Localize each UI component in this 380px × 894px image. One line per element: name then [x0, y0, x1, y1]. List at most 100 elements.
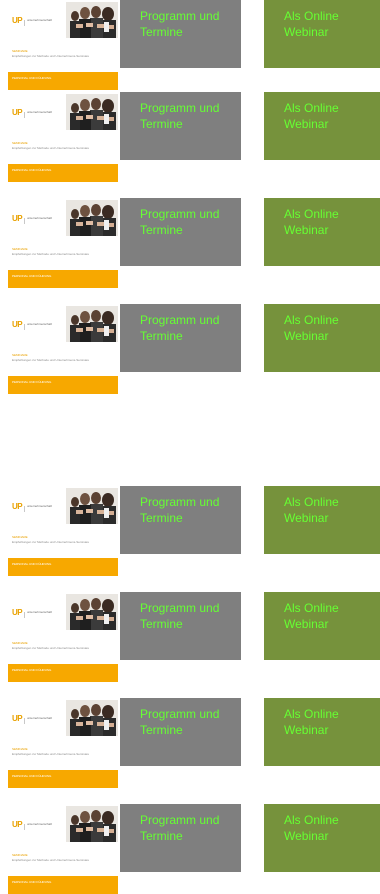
brochure-title: SEMINARE [12, 247, 28, 251]
brochure-title: SEMINARE [12, 141, 28, 145]
programm-button[interactable]: Programm und Termine [120, 486, 241, 554]
programm-button[interactable]: Programm und Termine [120, 198, 241, 266]
online-webinar-button[interactable]: Als Online Webinar [264, 92, 380, 160]
programm-button[interactable]: Programm und Termine [120, 304, 241, 372]
logo-mark: UP [12, 108, 23, 117]
brochure-title: SEMINARE [12, 49, 28, 53]
footer-left-line1: PERSONAL UND FÜHRUNG [12, 380, 52, 384]
logo-mark: UP [12, 820, 23, 829]
brochure-footer: PERSONAL UND FÜHRUNG [8, 876, 118, 894]
seminar-row: UP unternehmerschaft SEMINARE Empfehlung… [0, 92, 380, 182]
brochure-footer: PERSONAL UND FÜHRUNG [8, 664, 118, 682]
footer-left-line1: PERSONAL UND FÜHRUNG [12, 668, 52, 672]
brochure-subtitle: Empfehlungen zur Methode und Unternehmen… [12, 752, 90, 756]
logo-brand: unternehmerschaft [27, 18, 53, 22]
audience-photo [64, 0, 118, 42]
brochure-title: SEMINARE [12, 353, 28, 357]
seminar-row: UP unternehmerschaft SEMINARE Empfehlung… [0, 198, 380, 288]
footer-left-line1: PERSONAL UND FÜHRUNG [12, 562, 52, 566]
seminar-row: UP unternehmerschaft SEMINARE Empfehlung… [0, 0, 380, 90]
brochure-subtitle: Empfehlungen zur Methode und Unternehmen… [12, 252, 90, 256]
brochure-title: SEMINARE [12, 641, 28, 645]
online-webinar-button[interactable]: Als Online Webinar [264, 592, 380, 660]
logo-brand: unternehmerschaft [27, 610, 53, 614]
online-webinar-button[interactable]: Als Online Webinar [264, 0, 380, 68]
logo-mark: UP [12, 608, 23, 617]
seminar-row: UP unternehmerschaft SEMINARE Empfehlung… [0, 304, 380, 394]
logo-divider [24, 718, 25, 724]
logo-brand: unternehmerschaft [27, 322, 53, 326]
online-webinar-button[interactable]: Als Online Webinar [264, 804, 380, 872]
programm-button[interactable]: Programm und Termine [120, 698, 241, 766]
logo-mark: UP [12, 214, 23, 223]
logo-brand: unternehmerschaft [27, 716, 53, 720]
up-logo: UP unternehmerschaft [12, 502, 52, 512]
programm-button[interactable]: Programm und Termine [120, 804, 241, 872]
audience-photo [64, 804, 118, 846]
up-logo: UP unternehmerschaft [12, 320, 52, 330]
footer-left-line1: PERSONAL UND FÜHRUNG [12, 274, 52, 278]
audience-photo [64, 198, 118, 240]
brochure-footer: PERSONAL UND FÜHRUNG [8, 270, 118, 288]
brochure-footer: PERSONAL UND FÜHRUNG [8, 376, 118, 394]
brochure-subtitle: Empfehlungen zur Methode und Unternehmen… [12, 646, 90, 650]
brochure-thumbnail[interactable]: UP unternehmerschaft SEMINARE Empfehlung… [8, 198, 118, 288]
up-logo: UP unternehmerschaft [12, 820, 52, 830]
audience-photo [64, 304, 118, 346]
brochure-title: SEMINARE [12, 535, 28, 539]
up-logo: UP unternehmerschaft [12, 16, 52, 26]
logo-mark: UP [12, 714, 23, 723]
brochure-subtitle: Empfehlungen zur Methode und Unternehmen… [12, 54, 90, 58]
up-logo: UP unternehmerschaft [12, 214, 52, 224]
logo-mark: UP [12, 16, 23, 25]
brochure-thumbnail[interactable]: UP unternehmerschaft SEMINARE Empfehlung… [8, 804, 118, 894]
brochure-title: SEMINARE [12, 853, 28, 857]
brochure-thumbnail[interactable]: UP unternehmerschaft SEMINARE Empfehlung… [8, 592, 118, 682]
logo-divider [24, 20, 25, 26]
logo-brand: unternehmerschaft [27, 110, 53, 114]
logo-divider [24, 324, 25, 330]
brochure-thumbnail[interactable]: UP unternehmerschaft SEMINARE Empfehlung… [8, 0, 118, 90]
seminar-row: UP unternehmerschaft SEMINARE Empfehlung… [0, 592, 380, 682]
audience-photo [64, 92, 118, 134]
brochure-footer: PERSONAL UND FÜHRUNG [8, 164, 118, 182]
programm-button[interactable]: Programm und Termine [120, 0, 241, 68]
brochure-thumbnail[interactable]: UP unternehmerschaft SEMINARE Empfehlung… [8, 304, 118, 394]
programm-button[interactable]: Programm und Termine [120, 592, 241, 660]
logo-mark: UP [12, 320, 23, 329]
up-logo: UP unternehmerschaft [12, 714, 52, 724]
logo-brand: unternehmerschaft [27, 216, 53, 220]
footer-left-line1: PERSONAL UND FÜHRUNG [12, 168, 52, 172]
logo-divider [24, 824, 25, 830]
up-logo: UP unternehmerschaft [12, 608, 52, 618]
brochure-footer: PERSONAL UND FÜHRUNG [8, 558, 118, 576]
logo-brand: unternehmerschaft [27, 822, 53, 826]
online-webinar-button[interactable]: Als Online Webinar [264, 698, 380, 766]
online-webinar-button[interactable]: Als Online Webinar [264, 198, 380, 266]
logo-divider [24, 218, 25, 224]
audience-photo [64, 486, 118, 528]
logo-brand: unternehmerschaft [27, 504, 53, 508]
seminar-row: UP unternehmerschaft SEMINARE Empfehlung… [0, 486, 380, 576]
seminar-row: UP unternehmerschaft SEMINARE Empfehlung… [0, 804, 380, 894]
brochure-subtitle: Empfehlungen zur Methode und Unternehmen… [12, 146, 90, 150]
brochure-thumbnail[interactable]: UP unternehmerschaft SEMINARE Empfehlung… [8, 698, 118, 788]
up-logo: UP unternehmerschaft [12, 108, 52, 118]
brochure-subtitle: Empfehlungen zur Methode und Unternehmen… [12, 858, 90, 862]
brochure-footer: PERSONAL UND FÜHRUNG [8, 72, 118, 90]
programm-button[interactable]: Programm und Termine [120, 92, 241, 160]
brochure-thumbnail[interactable]: UP unternehmerschaft SEMINARE Empfehlung… [8, 92, 118, 182]
online-webinar-button[interactable]: Als Online Webinar [264, 304, 380, 372]
brochure-thumbnail[interactable]: UP unternehmerschaft SEMINARE Empfehlung… [8, 486, 118, 576]
logo-divider [24, 612, 25, 618]
audience-photo [64, 698, 118, 740]
logo-divider [24, 506, 25, 512]
online-webinar-button[interactable]: Als Online Webinar [264, 486, 380, 554]
footer-left-line1: PERSONAL UND FÜHRUNG [12, 880, 52, 884]
brochure-footer: PERSONAL UND FÜHRUNG [8, 770, 118, 788]
audience-photo [64, 592, 118, 634]
seminar-row: UP unternehmerschaft SEMINARE Empfehlung… [0, 698, 380, 788]
footer-left-line1: PERSONAL UND FÜHRUNG [12, 76, 52, 80]
brochure-subtitle: Empfehlungen zur Methode und Unternehmen… [12, 540, 90, 544]
brochure-subtitle: Empfehlungen zur Methode und Unternehmen… [12, 358, 90, 362]
